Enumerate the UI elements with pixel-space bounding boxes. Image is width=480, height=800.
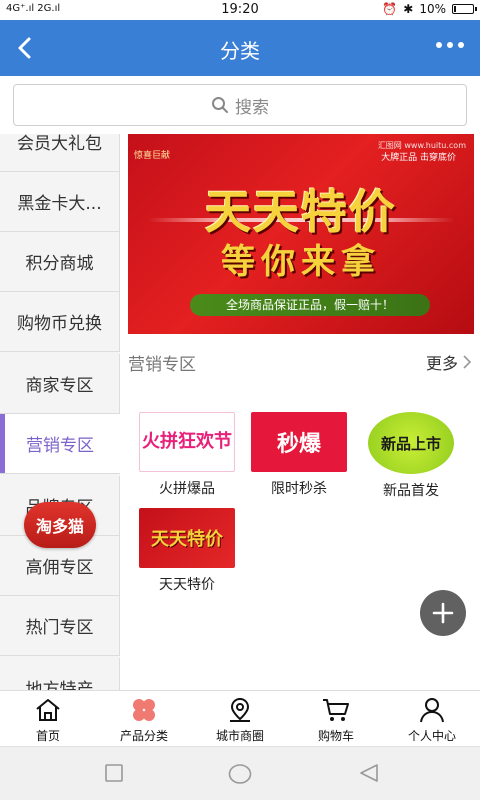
location-icon [224,695,256,725]
bluetooth-icon: ✱ [403,2,414,16]
product-name: 火拼爆品 [159,481,215,497]
product-thumb: 天天特价 [139,508,235,568]
section-header: 营销专区 更多 [128,342,472,382]
product-name: 新品首发 [383,483,439,499]
bottom-tab-bar: 首页 产品分类 城市商圈 购物车 个人中心 [0,690,480,746]
product-thumb-text: 新品上市 [380,434,441,453]
plus-icon [432,602,454,624]
back-nav-button[interactable] [358,763,380,783]
tab-category[interactable]: 产品分类 [96,691,192,746]
search-icon [212,97,228,113]
search-input[interactable]: 搜索 [13,84,467,126]
page-title: 分类 [220,39,260,63]
section-title: 营销专区 [128,354,196,375]
category-icon [128,695,160,725]
battery-icon [452,4,477,14]
sidebar-item-local-specialty[interactable]: 地方特产 [0,658,120,690]
status-bar: 4G⁺.ıl 2G.ıl 19:20 ⏰ ✱ 10% [0,0,480,20]
home-icon [32,695,64,725]
product-name: 天天特价 [159,577,215,593]
status-icons: ⏰ ✱ 10% [382,2,477,16]
tab-home[interactable]: 首页 [0,691,96,746]
tab-label: 首页 [35,729,60,743]
banner-sub-text: 等你来拿 [221,242,381,282]
promo-banner[interactable]: 惊喜巨献 汇图网 www.huitu.com 大牌正品 击穿底价 天天特价 等你… [128,134,474,334]
product-thumb-text: 天天特价 [151,529,223,550]
tab-label: 城市商圈 [215,729,264,743]
more-menu-button[interactable] [436,42,464,48]
tab-label: 产品分类 [119,729,168,743]
product-item[interactable]: 火拼狂欢节 火拼爆品 [132,412,242,498]
system-nav-bar [0,746,480,800]
home-button[interactable] [228,763,252,785]
add-fab-button[interactable] [420,590,466,636]
sidebar-item-marketing[interactable]: 营销专区 [0,414,120,474]
banner-guarantee-pill: 全场商品保证正品，假一赔十！ [190,294,430,316]
banner-main-text: 天天特价 [205,185,397,239]
tab-profile[interactable]: 个人中心 [384,691,480,746]
sidebar-item-points-mall[interactable]: 积分商城 [0,232,120,292]
product-thumb-text: 火拼狂欢节 [142,431,232,453]
sidebar-item-merchant[interactable]: 商家专区 [0,354,120,414]
product-name: 限时秒杀 [271,481,327,497]
tab-city-circle[interactable]: 城市商圈 [192,691,288,746]
sidebar-item-hot[interactable]: 热门专区 [0,596,120,656]
banner-tag-right: 大牌正品 击穿底价 [381,153,456,163]
tab-cart[interactable]: 购物车 [288,691,384,746]
product-thumb: 秒爆 [251,412,347,472]
tab-label: 购物车 [317,729,354,743]
top-nav-bar: 分类 [0,20,480,76]
sidebar-item-black-gold-card[interactable]: 黑金卡大... [0,172,120,232]
product-item[interactable]: 天天特价 天天特价 [132,508,242,594]
product-thumb: 火拼狂欢节 [139,412,235,472]
cart-icon [320,695,352,725]
product-item[interactable]: 新品上市 新品首发 [356,412,466,500]
more-label: 更多 [425,354,458,373]
sidebar-item-coin-exchange[interactable]: 购物币兑换 [0,292,120,352]
user-icon [416,695,448,725]
more-link[interactable]: 更多 [426,350,472,374]
battery-fill [454,6,456,12]
product-thumb-text: 秒爆 [276,431,321,457]
category-sidebar: 会员大礼包 黑金卡大... 积分商城 购物币兑换 商家专区 营销专区 品牌专区 … [0,134,120,690]
search-placeholder: 搜索 [235,97,269,118]
more-dots-icon [436,42,442,48]
product-thumb: 新品上市 [368,412,454,474]
chevron-right-icon [463,355,472,369]
banner-tag-left: 惊喜巨献 [134,151,171,161]
sidebar-item-vip-gift[interactable]: 会员大礼包 [0,134,120,172]
recents-button[interactable] [104,763,124,783]
floating-promo-badge[interactable]: 淘多猫 [24,502,96,548]
alarm-icon: ⏰ [382,2,398,16]
search-area: 搜索 [0,76,480,134]
product-item[interactable]: 秒爆 限时秒杀 [244,412,354,498]
battery-percent: 10% [419,2,446,16]
tab-label: 个人中心 [407,729,456,743]
